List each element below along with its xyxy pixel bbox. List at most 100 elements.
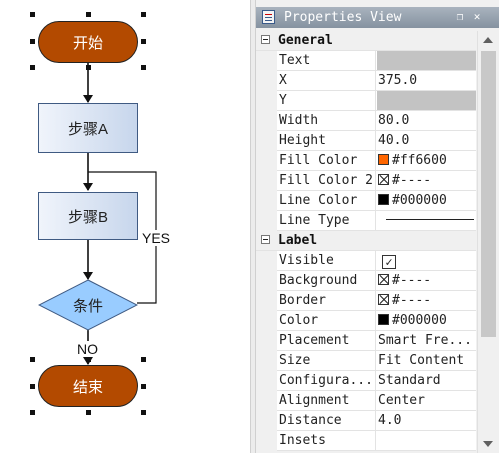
property-row-visible[interactable]: Visible ✓ xyxy=(256,251,476,271)
collapse-toggle-icon[interactable] xyxy=(261,235,270,244)
property-row-placement[interactable]: Placement Smart Fre... xyxy=(256,331,476,351)
properties-title: Properties View xyxy=(284,10,402,25)
property-row-width[interactable]: Width 80.0 xyxy=(256,111,476,131)
property-value[interactable]: 4.0 xyxy=(377,411,476,430)
property-value[interactable]: #000000 xyxy=(377,311,476,330)
resize-handle[interactable] xyxy=(30,410,35,415)
property-value[interactable]: Smart Fre... xyxy=(377,331,476,350)
category-general[interactable]: General xyxy=(256,31,476,51)
resize-handle[interactable] xyxy=(141,65,146,70)
row-gutter xyxy=(256,211,277,231)
property-row-height[interactable]: Height 40.0 xyxy=(256,131,476,151)
property-value[interactable] xyxy=(377,431,476,450)
resize-handle[interactable] xyxy=(141,384,146,389)
property-value[interactable] xyxy=(377,211,476,230)
resize-handle[interactable] xyxy=(141,410,146,415)
resize-handle[interactable] xyxy=(86,12,91,17)
property-row-line-color[interactable]: Line Color #000000 xyxy=(256,191,476,211)
color-swatch[interactable] xyxy=(378,194,389,205)
no-color-swatch-icon[interactable] xyxy=(378,274,389,285)
property-value[interactable]: Center xyxy=(377,391,476,410)
property-name: Placement xyxy=(277,331,376,350)
property-row-line-type[interactable]: Line Type xyxy=(256,211,476,231)
property-row-background[interactable]: Background #---- xyxy=(256,271,476,291)
resize-handle[interactable] xyxy=(30,39,35,44)
property-row-configura[interactable]: Configura... Standard xyxy=(256,371,476,391)
property-name: Visible xyxy=(277,251,376,270)
start-node-label: 开始 xyxy=(72,34,103,52)
row-gutter xyxy=(256,431,277,451)
scroll-up-icon[interactable] xyxy=(483,37,493,43)
property-value[interactable]: Standard xyxy=(377,371,476,390)
properties-view-icon xyxy=(262,10,275,24)
property-name: Distance xyxy=(277,411,376,430)
resize-handle[interactable] xyxy=(86,357,91,362)
property-value[interactable]: #ff6600 xyxy=(377,151,476,170)
restore-icon[interactable]: ❐ xyxy=(454,10,466,23)
property-value[interactable]: ✓ xyxy=(377,251,476,270)
resize-handle[interactable] xyxy=(141,12,146,17)
property-row-distance[interactable]: Distance 4.0 xyxy=(256,411,476,431)
property-row-text[interactable]: Text xyxy=(256,51,476,71)
property-value[interactable]: #---- xyxy=(377,171,476,190)
row-gutter xyxy=(256,411,277,431)
resize-handle[interactable] xyxy=(30,65,35,70)
collapse-toggle-icon[interactable] xyxy=(261,35,270,44)
property-row-alignment[interactable]: Alignment Center xyxy=(256,391,476,411)
condition-node[interactable]: 条件 xyxy=(38,279,138,331)
no-color-swatch-icon[interactable] xyxy=(378,174,389,185)
scroll-thumb[interactable] xyxy=(481,51,496,337)
color-value-text: #000000 xyxy=(392,193,447,208)
row-gutter xyxy=(256,331,277,351)
start-node[interactable]: 开始 xyxy=(38,21,138,63)
property-value[interactable] xyxy=(377,91,476,110)
no-color-swatch-icon[interactable] xyxy=(378,294,389,305)
resize-handle[interactable] xyxy=(141,357,146,362)
property-value[interactable]: #000000 xyxy=(377,191,476,210)
property-row-insets[interactable]: Insets xyxy=(256,431,476,451)
resize-handle[interactable] xyxy=(30,384,35,389)
property-value[interactable]: 40.0 xyxy=(377,131,476,150)
property-value[interactable]: Fit Content xyxy=(377,351,476,370)
property-name: Y xyxy=(277,91,376,110)
property-value[interactable] xyxy=(377,51,476,70)
condition-label: 条件 xyxy=(72,297,103,315)
property-row-y[interactable]: Y xyxy=(256,91,476,111)
end-node-label: 结束 xyxy=(72,378,103,396)
color-swatch[interactable] xyxy=(378,154,389,165)
property-row-fill-color-2[interactable]: Fill Color 2 #---- xyxy=(256,171,476,191)
end-node[interactable]: 结束 xyxy=(38,365,138,407)
row-gutter xyxy=(256,371,277,391)
resize-handle[interactable] xyxy=(30,12,35,17)
step-b-node[interactable]: 步骤B xyxy=(38,192,138,240)
line-type-sample[interactable] xyxy=(386,219,474,220)
resize-handle[interactable] xyxy=(86,65,91,70)
category-label: Label xyxy=(278,233,318,248)
category-label[interactable]: Label xyxy=(256,231,476,251)
visible-checkbox[interactable]: ✓ xyxy=(382,255,396,269)
property-name: Fill Color 2 xyxy=(277,171,376,190)
property-value[interactable]: #---- xyxy=(377,291,476,310)
property-row-border[interactable]: Border #---- xyxy=(256,291,476,311)
row-gutter xyxy=(256,251,277,271)
resize-handle[interactable] xyxy=(86,410,91,415)
property-row-color[interactable]: Color #000000 xyxy=(256,311,476,331)
row-gutter xyxy=(256,171,277,191)
resize-handle[interactable] xyxy=(141,39,146,44)
property-value[interactable]: #---- xyxy=(377,271,476,290)
color-swatch[interactable] xyxy=(378,314,389,325)
property-row-size[interactable]: Size Fit Content xyxy=(256,351,476,371)
property-row-fill-color[interactable]: Fill Color #ff6600 xyxy=(256,151,476,171)
step-b-label: 步骤B xyxy=(67,208,108,226)
color-value-text: #ff6600 xyxy=(392,153,447,168)
diagram-canvas[interactable]: 开始 步骤A 步骤B 条件 结束 YES NO xyxy=(0,0,250,453)
property-name: Background xyxy=(277,271,376,290)
property-value[interactable]: 375.0 xyxy=(377,71,476,90)
resize-handle[interactable] xyxy=(30,357,35,362)
property-value[interactable]: 80.0 xyxy=(377,111,476,130)
scroll-down-icon[interactable] xyxy=(483,441,493,447)
close-icon[interactable]: ✕ xyxy=(471,10,483,23)
step-a-node[interactable]: 步骤A xyxy=(38,103,138,153)
property-row-x[interactable]: X 375.0 xyxy=(256,71,476,91)
vertical-scrollbar[interactable] xyxy=(477,31,499,453)
